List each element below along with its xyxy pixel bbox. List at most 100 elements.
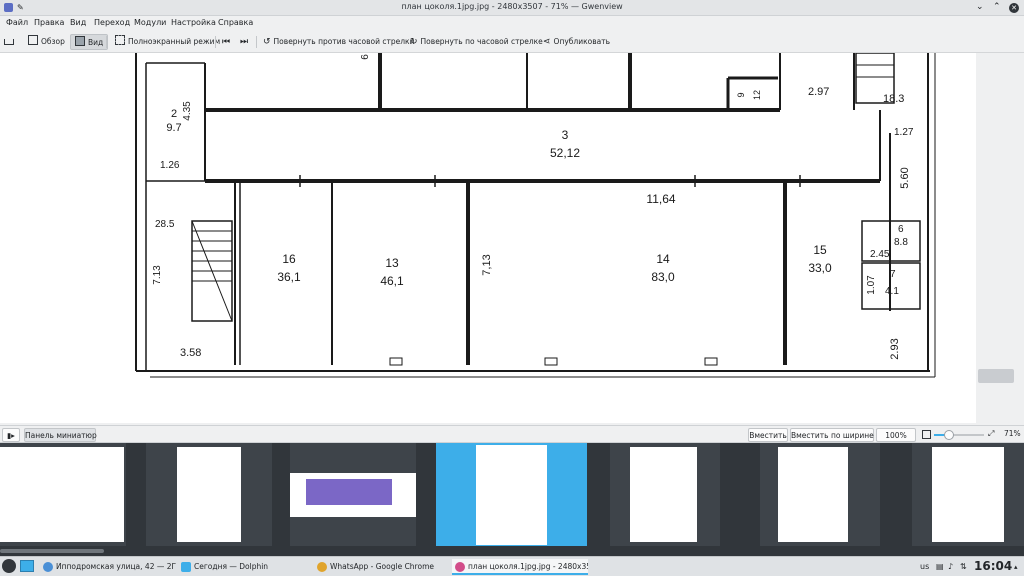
thumbnail-item[interactable] [760, 443, 880, 546]
dim-label: 2.45 [870, 249, 890, 260]
view-label: Вид [88, 38, 104, 47]
thumbnail-image [630, 447, 697, 542]
dim-label: 4.35 [182, 101, 193, 121]
thumbnail-item-selected[interactable] [436, 443, 587, 546]
zoom-slider-handle[interactable] [944, 430, 954, 440]
thumbnail-image [932, 447, 1004, 542]
image-viewer[interactable]: 2 9.7 3 52,12 16 36,1 13 46,1 14 83,0 15… [0, 53, 1024, 423]
zoom-slider[interactable] [934, 430, 984, 440]
thumbnail-image [177, 447, 241, 542]
status-bar: ▮▸ Панель миниатюр Вместить Вместить по … [0, 425, 1024, 443]
close-icon[interactable]: ✕ [1009, 3, 1019, 13]
task-gwenview[interactable]: план цоколя.1jpg.jpg - 2480x3507... [452, 559, 588, 575]
overview-label: Обзор [41, 37, 65, 46]
zoom-100-button[interactable]: 100% [876, 428, 916, 442]
thumbnail-scrollbar-thumb[interactable] [0, 549, 104, 553]
thumbnail-image [476, 445, 547, 545]
toggle-sidebar-button[interactable]: ▮▸ [2, 428, 20, 442]
menu-file[interactable]: Файл [6, 18, 28, 27]
rotate-right-icon: ↻ [410, 37, 418, 47]
dim-label: 12 [752, 90, 762, 100]
room-3-number: 3 [562, 128, 569, 142]
title-bar: ✎ план цоколя.1jpg.jpg - 2480x3507 - 71%… [0, 0, 1024, 16]
thumbnail-highlight [306, 479, 392, 505]
menu-go[interactable]: Переход [94, 18, 130, 27]
dim-label: 18.3 [883, 93, 904, 105]
task-label: Сегодня — Dolphin [194, 562, 269, 571]
fullscreen-icon [115, 35, 125, 45]
fit-width-label: Вместить по ширине [791, 431, 874, 440]
clock[interactable]: 16:04 [974, 559, 1012, 573]
vertical-scrollbar[interactable] [976, 53, 1024, 423]
keyboard-layout[interactable]: us [920, 562, 929, 571]
expand-tray-icon[interactable]: ▴ [1014, 563, 1018, 571]
home-icon [4, 39, 14, 45]
folder-icon [181, 562, 191, 572]
room-13-area: 46,1 [380, 274, 404, 288]
dim-label: 7 [890, 269, 896, 280]
toolbar: Обзор Вид Полноэкранный режим ⏮ ⏭ ↺ Повер… [0, 31, 1024, 53]
room-15-area: 33,0 [808, 261, 832, 275]
thumbnail-item[interactable] [290, 443, 416, 546]
room-15-number: 15 [813, 243, 827, 257]
fit-width-button[interactable]: Вместить по ширине [790, 428, 874, 442]
skip-back-icon: ⏮ [222, 37, 231, 47]
menu-plugins[interactable]: Модули [134, 18, 166, 27]
thumbnail-item[interactable] [0, 443, 126, 546]
rotate-left-button[interactable]: ↺ Повернуть против часовой стрелки [263, 34, 414, 50]
thumbnail-panel-label: Панель миниатюр [25, 431, 97, 440]
dim-label: 2.93 [889, 338, 901, 359]
minimize-icon[interactable]: ⌄ [976, 2, 984, 12]
chrome-icon [317, 562, 327, 572]
zoom-out-icon[interactable] [922, 430, 931, 439]
menu-bar: Файл Правка Вид Переход Модули Настройка… [0, 16, 1024, 31]
scrollbar-thumb[interactable] [978, 369, 1014, 383]
thumbnail-image [778, 447, 848, 542]
dim-label: 7.13 [152, 265, 163, 285]
menu-settings[interactable]: Настройка [171, 18, 216, 27]
dim-label: 3.58 [180, 347, 201, 359]
menu-help[interactable]: Справка [218, 18, 253, 27]
dim-label: 11,64 [646, 192, 675, 206]
previous-button[interactable]: ⏮ [222, 34, 230, 50]
grid-icon [28, 35, 38, 45]
task-dolphin[interactable]: Сегодня — Dolphin [178, 559, 312, 575]
dim-label: 6 [898, 224, 904, 235]
thumbnail-scrollbar[interactable] [0, 546, 1024, 556]
next-button[interactable]: ⏭ [240, 34, 248, 50]
dim-label: 6 [360, 54, 371, 60]
fullscreen-icon[interactable]: ⤢ [988, 429, 994, 439]
room-14-number: 14 [656, 252, 670, 266]
dim-label: 5.60 [899, 167, 911, 188]
share-label: Опубликовать [553, 37, 611, 46]
overview-button[interactable]: Обзор [28, 34, 65, 50]
rotate-right-button[interactable]: ↻ Повернуть по часовой стрелке [410, 34, 543, 50]
thumbnail-item[interactable] [146, 443, 272, 546]
room-2-number: 2 [171, 108, 177, 120]
desktop-icon[interactable] [20, 560, 34, 572]
task-label: Ипподромская улица, 42 — 2ГИС [56, 562, 176, 571]
dim-label: 8.8 [894, 237, 908, 248]
app-launcher-icon[interactable] [2, 559, 16, 573]
view-button[interactable]: Вид [70, 34, 109, 50]
gwenview-icon [455, 562, 465, 572]
fullscreen-button[interactable]: Полноэкранный режим [115, 34, 220, 50]
fit-button[interactable]: Вместить [748, 428, 788, 442]
menu-view[interactable]: Вид [70, 18, 86, 27]
maximize-icon[interactable]: ⌃ [993, 2, 1001, 12]
thumbnail-panel-button[interactable]: Панель миниатюр [24, 428, 97, 442]
clipboard-icon[interactable]: ▤ [936, 562, 944, 571]
dim-label: 9 [736, 92, 746, 97]
thumbnail-item[interactable] [912, 443, 1024, 546]
rotate-left-icon: ↺ [263, 37, 271, 47]
room-16-area: 36,1 [277, 270, 301, 284]
menu-edit[interactable]: Правка [34, 18, 64, 27]
task-whatsapp[interactable]: WhatsApp - Google Chrome [314, 559, 448, 575]
task-2gis[interactable]: Ипподромская улица, 42 — 2ГИС [40, 559, 176, 575]
thumbnail-item[interactable] [610, 443, 720, 546]
thumbnail-image [0, 447, 124, 542]
home-button[interactable] [4, 34, 18, 50]
share-button[interactable]: ⋖ Опубликовать [543, 34, 610, 50]
network-icon[interactable]: ⇅ [960, 562, 967, 571]
volume-icon[interactable]: ♪ [948, 562, 953, 571]
